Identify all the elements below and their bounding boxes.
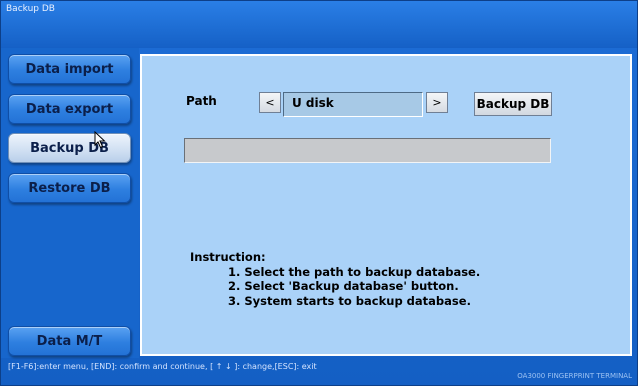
- menu-button-restore-db[interactable]: Restore DB: [8, 173, 131, 203]
- menu-button-data-mt[interactable]: Data M/T: [8, 326, 131, 356]
- path-label: Path: [186, 94, 217, 108]
- instruction-step-3: 3. System starts to backup database.: [228, 293, 471, 308]
- brand-label: OA3000 FINGERPRINT TERMINAL: [517, 372, 632, 380]
- instruction-block: Instruction: 1. Select the path to backu…: [190, 250, 480, 308]
- window-title: Backup DB: [6, 4, 55, 14]
- path-field[interactable]: U disk: [283, 92, 423, 117]
- status-bar: [F1-F6]:enter menu, [END]: confirm and c…: [8, 362, 317, 371]
- instruction-heading: Instruction:: [190, 250, 266, 264]
- menu-button-backup-db[interactable]: Backup DB: [8, 133, 131, 163]
- progress-bar: [184, 138, 551, 163]
- menu-button-data-export[interactable]: Data export: [8, 94, 131, 124]
- path-prev-button[interactable]: <: [259, 92, 281, 113]
- mouse-cursor-icon: [94, 131, 106, 149]
- path-next-button[interactable]: >: [426, 92, 448, 113]
- instruction-step-1: 1. Select the path to backup database.: [228, 264, 481, 279]
- instruction-step-2: 2. Select 'Backup database' button.: [228, 279, 459, 293]
- backup-db-button[interactable]: Backup DB: [474, 92, 552, 116]
- menu-button-data-import[interactable]: Data import: [8, 54, 131, 84]
- title-bar: [1, 1, 637, 48]
